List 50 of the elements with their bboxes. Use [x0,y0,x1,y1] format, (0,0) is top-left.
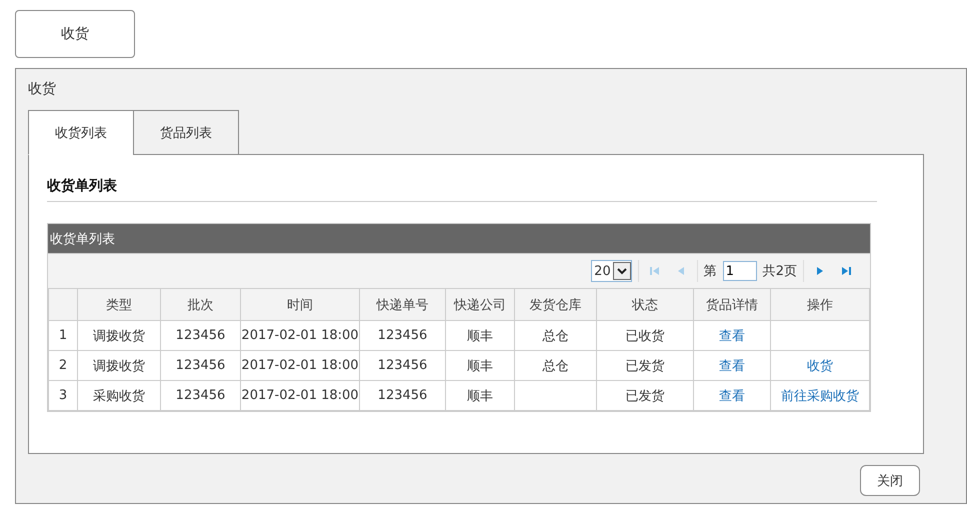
table-cell: 采购收货 [78,380,160,410]
view-link[interactable]: 查看 [719,328,745,344]
table-cell: 调拨收货 [78,320,160,350]
column-header: 状态 [596,288,694,320]
column-header: 发货仓库 [514,288,596,320]
table-cell: 调拨收货 [78,350,160,380]
table-cell: 123456 [160,320,240,350]
table-cell: 123456 [360,380,446,410]
row-number: 1 [48,320,78,350]
page-total: 共2页 [762,263,797,280]
column-header: 批次 [160,288,240,320]
table-cell: 顺丰 [446,320,514,350]
column-header: 时间 [240,288,360,320]
view-link[interactable]: 查看 [719,388,745,404]
column-header: 操作 [770,288,870,320]
table-cell: 2017-02-01 18:00 [240,380,360,410]
row-number: 2 [48,350,78,380]
table-cell: 顺丰 [446,380,514,410]
table-cell: 2017-02-01 18:00 [240,320,360,350]
first-page-icon [648,265,661,277]
tab[interactable]: 货品列表 [133,110,239,155]
page-label: 第 [704,263,717,280]
tab[interactable]: 收货列表 [28,110,133,155]
table-cell: 总仓 [514,320,596,350]
column-header: 类型 [78,288,160,320]
section-title: 收货单列表 [47,177,877,202]
page-size-select[interactable]: 20 [591,260,632,282]
grid-title: 收货单列表 [48,224,870,253]
column-header: 快递单号 [360,288,446,320]
table-cell: 123456 [160,350,240,380]
view-link[interactable]: 查看 [719,358,745,374]
table-cell: 已发货 [596,350,694,380]
page-input[interactable]: 1 [722,261,757,281]
table-cell: 123456 [360,350,446,380]
table-cell: 已收货 [596,320,694,350]
table-cell: 已发货 [596,380,694,410]
column-header: 快递公司 [446,288,514,320]
last-page-icon [840,265,852,277]
dialog-title: 收货 [28,80,56,98]
row-number: 3 [48,380,78,410]
table-cell: 123456 [160,380,240,410]
table-cell: 2017-02-01 18:00 [240,350,360,380]
table-cell: 顺丰 [446,350,514,380]
action-link[interactable]: 收货 [807,358,833,374]
receive-button[interactable]: 收货 [15,10,135,58]
table-cell: 总仓 [514,350,596,380]
dropdown-icon [612,262,631,280]
column-header: 货品详情 [694,288,770,320]
close-button[interactable]: 关闭 [860,465,920,496]
table-cell: 123456 [360,320,446,350]
